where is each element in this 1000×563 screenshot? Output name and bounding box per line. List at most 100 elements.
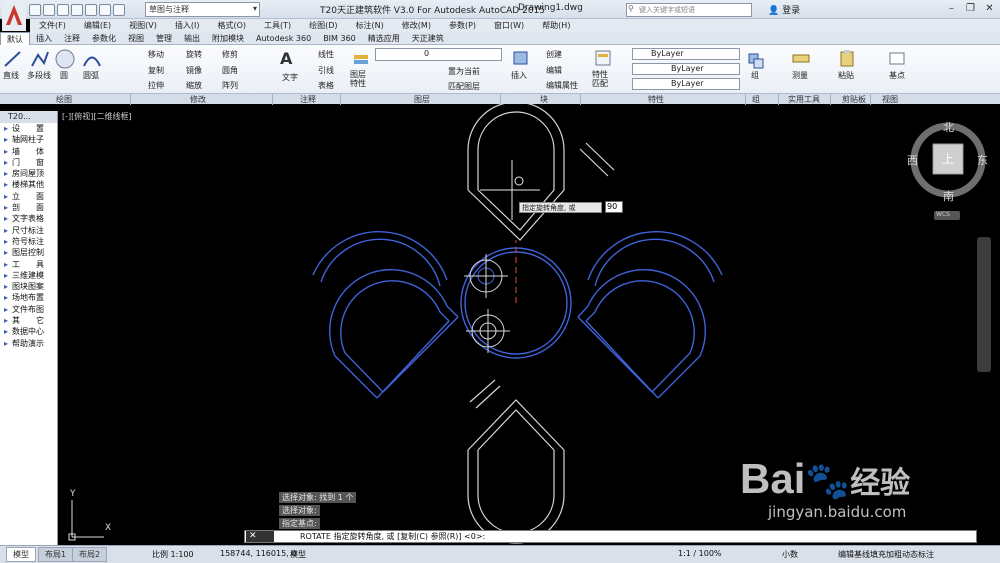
- base-point-button[interactable]: 基点: [889, 70, 905, 81]
- sidebar-item[interactable]: 数据中心: [0, 326, 57, 337]
- measure-button[interactable]: 测量: [792, 70, 808, 81]
- sidebar-item[interactable]: 文字表格: [0, 213, 57, 224]
- line-icon[interactable]: [3, 49, 23, 69]
- compass-east[interactable]: 东: [977, 152, 988, 168]
- lineweight-select[interactable]: ByLayer: [632, 78, 740, 90]
- ribbon-tab[interactable]: 视图: [122, 32, 150, 45]
- ribbon-tab[interactable]: 附加模块: [206, 32, 250, 45]
- paste-icon[interactable]: [838, 49, 856, 67]
- leader-button[interactable]: 引线: [318, 65, 334, 76]
- menu-item[interactable]: 修改(M): [393, 20, 440, 31]
- close-icon[interactable]: ✕: [246, 531, 257, 541]
- sidebar-item[interactable]: 场地布置: [0, 292, 57, 303]
- edit-attributes-button[interactable]: 编辑属性: [546, 80, 578, 91]
- saveas-icon[interactable]: [71, 4, 83, 16]
- array-button[interactable]: 阵列: [222, 80, 238, 91]
- autocad-logo-icon[interactable]: [2, 1, 26, 34]
- create-block-button[interactable]: 创建: [546, 49, 562, 60]
- ribbon-tab[interactable]: 天正建筑: [406, 32, 450, 45]
- color-select[interactable]: ByLayer: [632, 48, 740, 60]
- ribbon-tab[interactable]: Autodesk 360: [250, 32, 317, 45]
- sidebar-item[interactable]: 剖 面: [0, 202, 57, 213]
- open-icon[interactable]: [43, 4, 55, 16]
- ribbon-tab[interactable]: 默认: [0, 31, 30, 45]
- text-button[interactable]: 文字: [282, 72, 298, 83]
- sidebar-item[interactable]: 三维建模: [0, 270, 57, 281]
- menu-item[interactable]: 绘图(D): [300, 20, 346, 31]
- match-layer-button[interactable]: 匹配图层: [448, 81, 480, 92]
- sidebar-header[interactable]: T20...: [0, 111, 57, 123]
- compass-south[interactable]: 南: [943, 188, 954, 204]
- sidebar-item[interactable]: 符号标注: [0, 236, 57, 247]
- save-icon[interactable]: [57, 4, 69, 16]
- insert-button[interactable]: 插入: [511, 70, 527, 81]
- ribbon-tab[interactable]: 注释: [58, 32, 86, 45]
- fillet-button[interactable]: 圆角: [222, 65, 238, 76]
- move-button[interactable]: 移动: [148, 49, 164, 60]
- mirror-button[interactable]: 镜像: [186, 65, 202, 76]
- sidebar-item[interactable]: 楼梯其他: [0, 179, 57, 190]
- edit-block-button[interactable]: 编辑: [546, 65, 562, 76]
- menu-item[interactable]: 窗口(W): [485, 20, 533, 31]
- annotation-scale[interactable]: 1:1 / 100%: [678, 549, 722, 558]
- scale-indicator[interactable]: 比例 1:100: [152, 549, 194, 560]
- viewcube[interactable]: [910, 122, 986, 220]
- ribbon-tab[interactable]: 精选应用: [362, 32, 406, 45]
- tab-layout2[interactable]: 布局2: [72, 547, 108, 562]
- close-icon[interactable]: ✕: [980, 0, 999, 17]
- polyline-button[interactable]: 多段线: [27, 70, 51, 81]
- make-current-button[interactable]: 置为当前: [448, 66, 480, 77]
- group-icon[interactable]: [748, 53, 764, 69]
- menu-item[interactable]: 帮助(H): [533, 20, 579, 31]
- tab-layout1[interactable]: 布局1: [38, 547, 74, 562]
- viewcube-face[interactable]: 上: [942, 150, 954, 167]
- group-button[interactable]: 组: [751, 70, 759, 81]
- menu-item[interactable]: 格式(O): [208, 20, 255, 31]
- sidebar-item[interactable]: 帮助演示: [0, 338, 57, 349]
- paste-button[interactable]: 粘贴: [838, 70, 854, 81]
- units-select[interactable]: 小数: [782, 549, 798, 560]
- sidebar-item[interactable]: 房间屋顶: [0, 168, 57, 179]
- layer-properties-icon[interactable]: [352, 49, 370, 67]
- minimize-icon[interactable]: –: [942, 0, 961, 17]
- menu-item[interactable]: 编辑(E): [75, 20, 120, 31]
- ribbon-tab[interactable]: 参数化: [86, 32, 122, 45]
- menu-item[interactable]: 视图(V): [120, 20, 166, 31]
- restore-icon[interactable]: ❐: [961, 0, 980, 17]
- polyline-icon[interactable]: [30, 49, 50, 69]
- circle-icon[interactable]: [54, 48, 76, 70]
- measure-icon[interactable]: [792, 49, 810, 67]
- linear-dim-button[interactable]: 线性: [318, 49, 334, 60]
- arc-button[interactable]: 圆弧: [83, 70, 99, 81]
- sidebar-item[interactable]: 墙 体: [0, 146, 57, 157]
- menu-item[interactable]: 工具(T): [255, 20, 300, 31]
- match-properties-icon[interactable]: [594, 49, 612, 67]
- sidebar-item[interactable]: 设 置: [0, 123, 57, 134]
- tab-model[interactable]: 模型: [6, 547, 36, 562]
- undo-icon[interactable]: [99, 4, 111, 16]
- sidebar-item[interactable]: 轴网柱子: [0, 134, 57, 145]
- rotate-button[interactable]: 旋转: [186, 49, 202, 60]
- command-line-input[interactable]: ROTATE 指定旋转角度, 或 [复制(C) 参照(R)] <0>:: [244, 530, 977, 543]
- print-icon[interactable]: [85, 4, 97, 16]
- scale-button[interactable]: 缩放: [186, 80, 202, 91]
- ribbon-tab[interactable]: 输出: [178, 32, 206, 45]
- sidebar-item[interactable]: 其 它: [0, 315, 57, 326]
- insert-block-icon[interactable]: [512, 49, 530, 67]
- ribbon-tab[interactable]: BIM 360: [317, 32, 362, 45]
- angle-input[interactable]: 90: [605, 201, 623, 213]
- layer-properties-button[interactable]: 图层特性: [350, 70, 372, 88]
- wcs-menu[interactable]: WCS: [936, 211, 950, 218]
- sidebar-item[interactable]: 图块图案: [0, 281, 57, 292]
- menu-item[interactable]: 标注(N): [347, 20, 393, 31]
- stretch-button[interactable]: 拉伸: [148, 80, 164, 91]
- match-properties-button[interactable]: 特性匹配: [592, 70, 614, 88]
- navigation-bar[interactable]: [977, 237, 991, 372]
- command-line-tools[interactable]: ✕: [246, 531, 274, 542]
- new-icon[interactable]: [29, 4, 41, 16]
- compass-west[interactable]: 西: [907, 152, 918, 168]
- arc-icon[interactable]: [82, 49, 102, 69]
- viewport-label[interactable]: [-][俯视][二维线框]: [62, 111, 132, 122]
- search-input[interactable]: 键入关键字或短语: [626, 3, 752, 17]
- menu-item[interactable]: 文件(F): [30, 20, 75, 31]
